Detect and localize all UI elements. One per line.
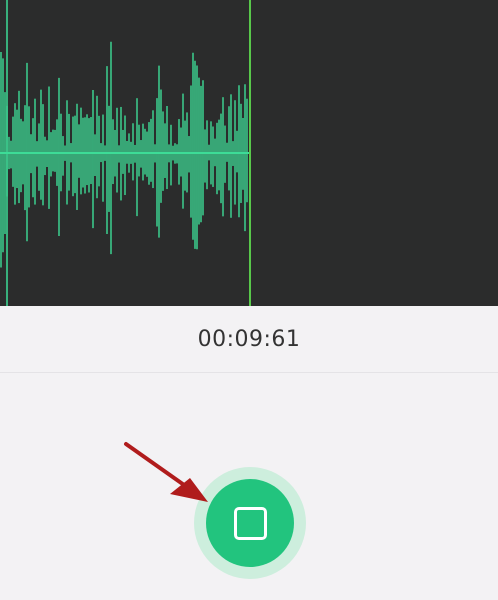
elapsed-time: 00:09:61 bbox=[197, 326, 301, 352]
timer-bar: 00:09:61 bbox=[0, 306, 498, 373]
stop-square-icon bbox=[233, 506, 267, 540]
stop-button[interactable] bbox=[206, 479, 294, 567]
waveform-panel bbox=[0, 0, 498, 306]
recording-controls bbox=[0, 373, 498, 600]
waveform-graph bbox=[0, 0, 251, 306]
waveform-bars bbox=[0, 41, 248, 268]
